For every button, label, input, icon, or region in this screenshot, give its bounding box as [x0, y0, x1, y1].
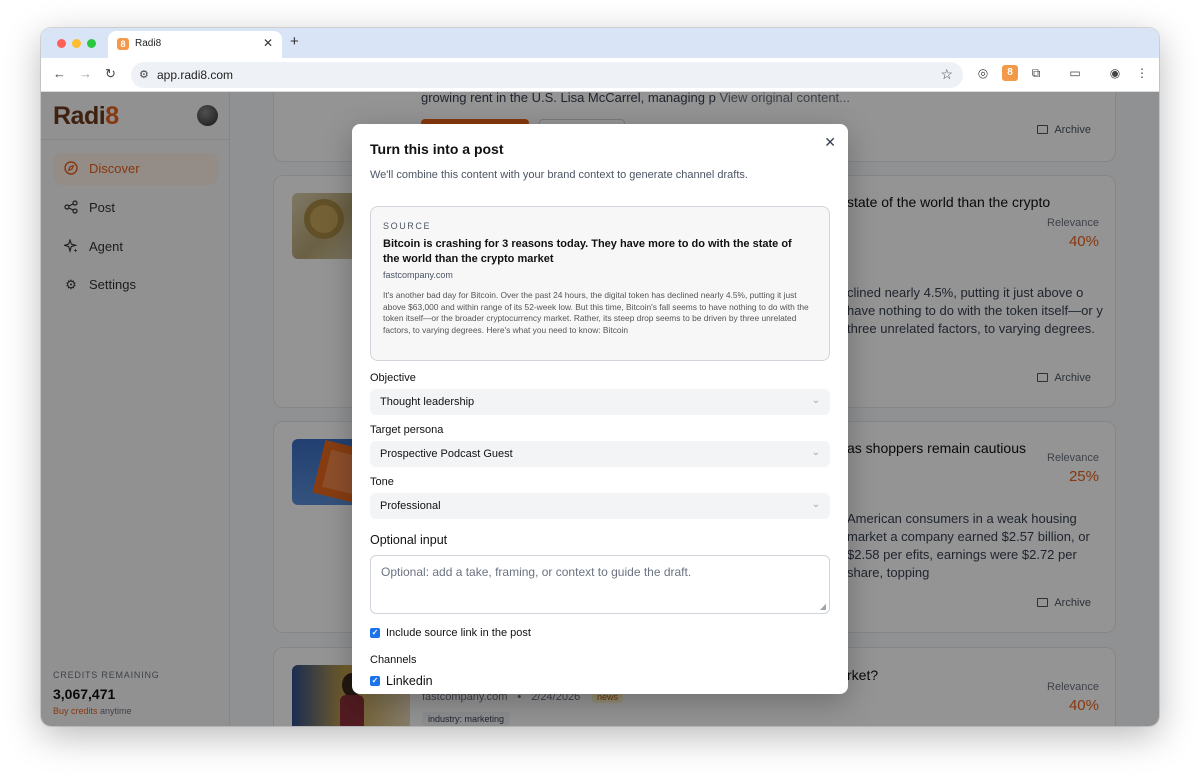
linkedin-checkbox[interactable]: ✓: [370, 676, 380, 686]
objective-select[interactable]: Thought leadership ⌄: [370, 389, 830, 415]
include-source-checkbox[interactable]: ✓: [370, 628, 380, 638]
tab-search-icon[interactable]: ▭: [1067, 65, 1083, 81]
menu-icon[interactable]: ⋮: [1134, 65, 1150, 81]
chevron-down-icon: ⌄: [811, 395, 820, 406]
close-tab-icon[interactable]: ✕: [263, 36, 273, 50]
channels-label: Channels: [370, 654, 417, 666]
site-settings-icon[interactable]: ⚙: [139, 68, 149, 81]
linkedin-label[interactable]: Linkedin: [386, 674, 433, 688]
tone-value: Professional: [380, 500, 441, 512]
back-icon[interactable]: ←: [53, 66, 66, 81]
resize-handle-icon[interactable]: ◢: [820, 602, 826, 611]
radi8-extension-icon[interactable]: 8: [1002, 65, 1018, 81]
source-title: Bitcoin is crashing for 3 reasons today.…: [383, 238, 792, 265]
source-label: SOURCE: [383, 221, 432, 231]
radi8-favicon-icon: 8: [117, 38, 129, 50]
dialog-subtitle: We'll combine this content with your bra…: [370, 169, 748, 181]
extension-icon[interactable]: ◎: [975, 65, 991, 81]
source-preview: SOURCE Bitcoin is crashing for 3 reasons…: [370, 206, 830, 361]
close-window-button[interactable]: [57, 39, 66, 48]
new-tab-icon[interactable]: +: [290, 33, 299, 50]
forward-icon[interactable]: →: [79, 66, 92, 81]
tone-label: Tone: [370, 476, 394, 488]
objective-label: Objective: [370, 372, 416, 384]
minimize-window-button[interactable]: [72, 39, 81, 48]
tone-select[interactable]: Professional ⌄: [370, 493, 830, 519]
browser-tab[interactable]: 8 Radi8 ✕: [108, 31, 282, 58]
profile-icon[interactable]: ◉: [1107, 65, 1123, 81]
tab-title: Radi8: [135, 38, 162, 49]
chevron-down-icon: ⌄: [811, 499, 820, 510]
optional-input-label: Optional input: [370, 533, 448, 547]
reload-icon[interactable]: ↻: [105, 66, 116, 82]
close-icon[interactable]: ✕: [824, 134, 836, 151]
address-bar[interactable]: ⚙ app.radi8.com ☆: [131, 62, 963, 88]
persona-select[interactable]: Prospective Podcast Guest ⌄: [370, 441, 830, 467]
browser-window: 8 Radi8 ✕ + ← → ↻ ⚙ app.radi8.com ☆ ◎ 8 …: [41, 28, 1159, 726]
persona-label: Target persona: [370, 424, 444, 436]
dialog-title: Turn this into a post: [370, 141, 504, 157]
optional-input-placeholder: Optional: add a take, framing, or contex…: [381, 565, 692, 579]
source-body: It's another bad day for Bitcoin. Over t…: [383, 290, 809, 335]
objective-value: Thought leadership: [380, 396, 475, 408]
source-domain: fastcompany.com: [383, 270, 453, 280]
include-source-label[interactable]: Include source link in the post: [386, 627, 531, 639]
puzzle-icon[interactable]: ⧉: [1028, 65, 1044, 81]
maximize-window-button[interactable]: [87, 39, 96, 48]
browser-toolbar: ← → ↻ ⚙ app.radi8.com ☆ ◎ 8 ⧉ ▭ ◉ ⋮: [41, 58, 1159, 92]
persona-value: Prospective Podcast Guest: [380, 448, 513, 460]
turn-into-post-dialog: ✕ Turn this into a post We'll combine th…: [352, 124, 848, 694]
star-icon[interactable]: ☆: [940, 66, 953, 83]
app-root: Radi8 Discover Post Agent ⚙ Settings CRE…: [41, 92, 1159, 726]
url-text[interactable]: app.radi8.com: [157, 68, 233, 82]
optional-input-field[interactable]: Optional: add a take, framing, or contex…: [370, 555, 830, 614]
tab-strip: 8 Radi8 ✕ +: [41, 28, 1159, 58]
chevron-down-icon: ⌄: [811, 447, 820, 458]
